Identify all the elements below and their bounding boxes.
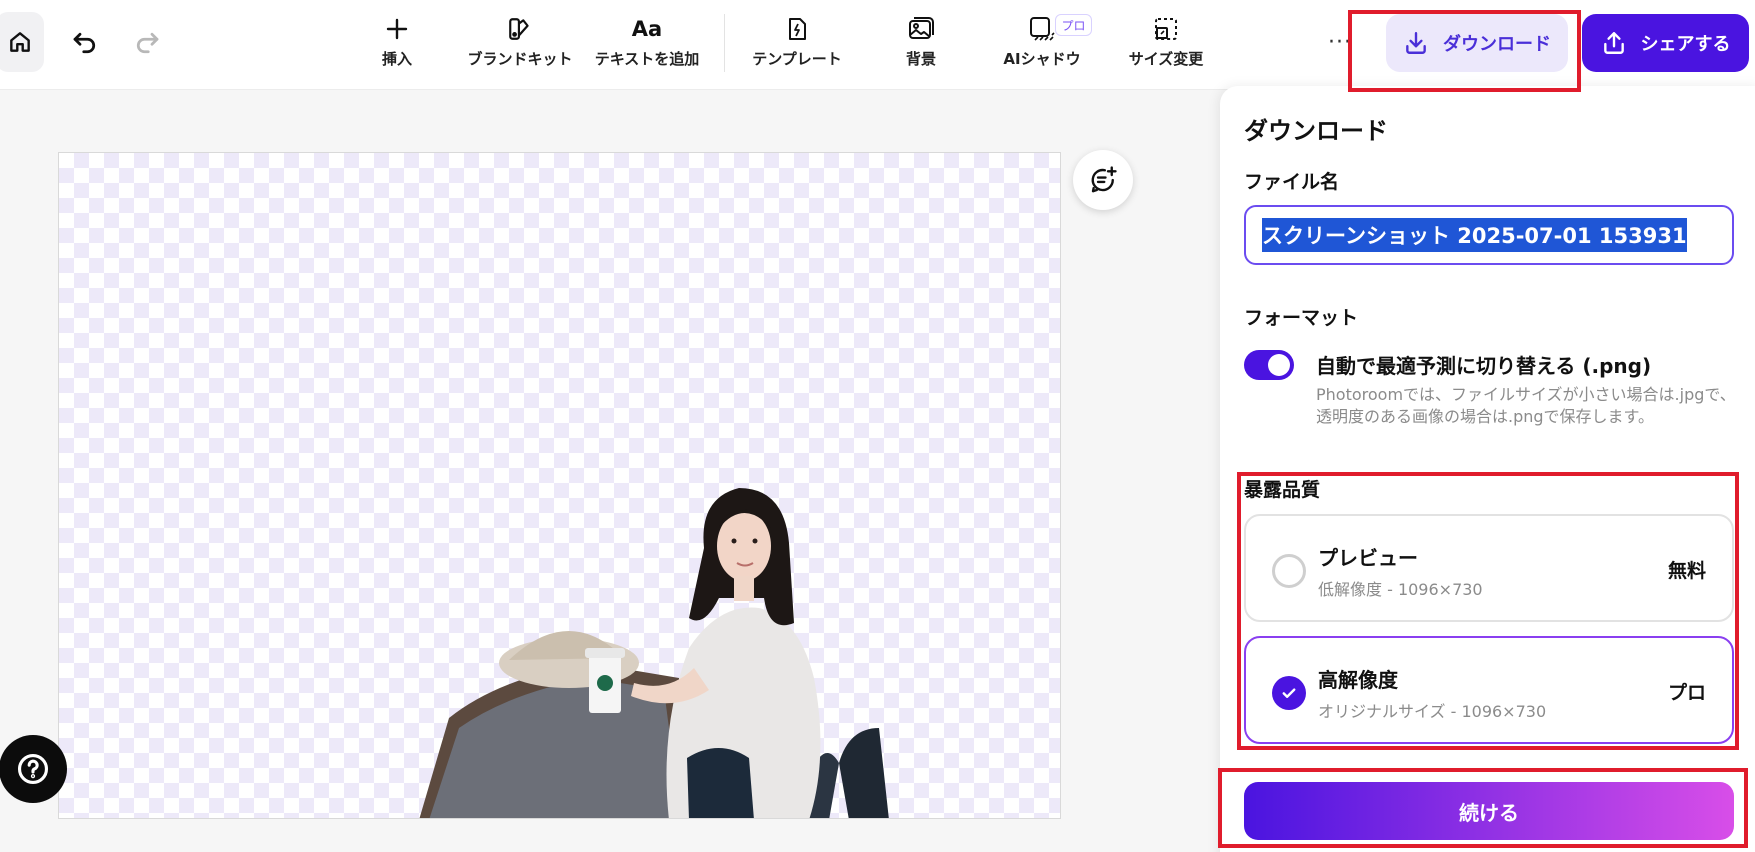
help-button[interactable] — [0, 735, 67, 803]
redo-button[interactable] — [132, 28, 162, 58]
download-button-label: ダウンロード — [1443, 34, 1551, 55]
download-button[interactable]: ダウンロード — [1386, 14, 1568, 72]
redo-icon — [136, 32, 159, 54]
background-image-icon — [909, 17, 934, 39]
share-icon — [1603, 32, 1624, 54]
filename-value: スクリーンショット 2025-07-01 153931 — [1262, 218, 1687, 252]
top-toolbar: 挿入 ブランドキット Aa テキストを追加 テンプレート 背景 AIシャドウ プ… — [0, 0, 1755, 90]
panel-title: ダウンロード — [1244, 117, 1388, 145]
option-name: プレビュー — [1318, 546, 1418, 570]
insert-tool[interactable]: 挿入 — [337, 14, 457, 74]
option-price: 無料 — [1667, 560, 1706, 582]
add-text-tool[interactable]: Aa テキストを追加 — [587, 14, 707, 74]
design-canvas[interactable] — [58, 152, 1061, 819]
quality-option-high-res[interactable]: 高解像度 オリジナルサイズ - 1096×730 プロ — [1244, 636, 1734, 744]
quality-label: 暴露品質 — [1244, 479, 1321, 501]
filename-input[interactable]: スクリーンショット 2025-07-01 153931 — [1244, 205, 1734, 265]
brand-kit-tool[interactable]: ブランドキット — [460, 14, 580, 74]
share-button-label: シェアする — [1640, 34, 1731, 55]
option-resolution: 低解像度 - 1096×730 — [1318, 580, 1483, 599]
auto-format-toggle[interactable] — [1244, 350, 1294, 380]
help-icon — [17, 753, 49, 785]
option-resolution: オリジナルサイズ - 1096×730 — [1318, 702, 1547, 721]
plus-icon — [386, 18, 408, 40]
insert-label: 挿入 — [381, 50, 412, 68]
share-button[interactable]: シェアする — [1582, 14, 1749, 72]
template-label: テンプレート — [752, 50, 842, 68]
template-icon — [789, 18, 806, 40]
quality-option-preview[interactable]: プレビュー 低解像度 - 1096×730 無料 — [1244, 514, 1734, 622]
background-label: 背景 — [905, 50, 936, 68]
undo-button[interactable] — [70, 28, 100, 58]
text-aa-icon: Aa — [631, 17, 663, 41]
undo-icon — [73, 32, 96, 54]
radio-unchecked[interactable] — [1272, 554, 1306, 588]
comment-add-icon — [1091, 166, 1117, 193]
pro-badge: プロ — [1055, 14, 1092, 36]
ai-shadow-label: AIシャドウ — [1003, 50, 1081, 68]
radio-checked[interactable] — [1272, 676, 1306, 710]
auto-format-description: Photoroomでは、ファイルサイズが小さい場合は.jpgで、透明度のある画像… — [1316, 385, 1736, 426]
brand-kit-icon — [509, 18, 529, 40]
auto-format-toggle-label: 自動で最適予測に切り替える (.png) — [1316, 354, 1652, 378]
check-icon — [1282, 688, 1296, 698]
format-label: フォーマット — [1244, 307, 1359, 329]
option-price: プロ — [1667, 682, 1706, 704]
ai-shadow-icon — [1030, 17, 1055, 41]
continue-button[interactable]: 続ける — [1244, 782, 1734, 840]
download-panel: ダウンロード ファイル名 スクリーンショット 2025-07-01 153931… — [1220, 86, 1755, 852]
toolbar-divider — [724, 14, 725, 72]
resize-icon — [1155, 18, 1177, 40]
more-options-button[interactable]: ··· — [1328, 30, 1352, 55]
option-name: 高解像度 — [1318, 668, 1398, 692]
brand-kit-label: ブランドキット — [467, 50, 573, 68]
add-comment-button[interactable] — [1073, 150, 1133, 210]
filename-label: ファイル名 — [1244, 171, 1340, 193]
background-tool[interactable]: 背景 — [861, 14, 981, 74]
add-text-label: テキストを追加 — [594, 50, 700, 68]
cutout-photo[interactable] — [419, 428, 979, 819]
home-button[interactable] — [0, 12, 44, 72]
resize-tool[interactable]: サイズ変更 — [1106, 14, 1226, 74]
home-icon — [10, 32, 30, 52]
download-icon — [1406, 32, 1426, 54]
resize-label: サイズ変更 — [1128, 50, 1204, 68]
template-tool[interactable]: テンプレート — [737, 14, 857, 74]
